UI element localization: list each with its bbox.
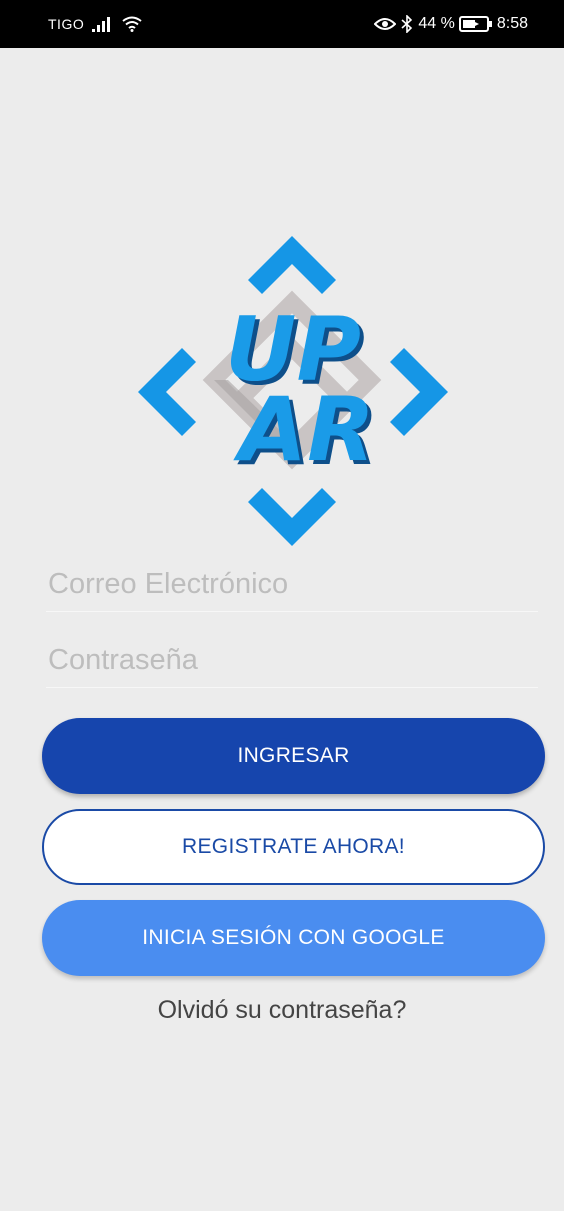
clock: 8:58 [496,15,528,32]
forgot-password-link[interactable]: Olvidó su contraseña? [0,996,564,1025]
status-bar: TIGO 44 % 8:58 [0,0,564,48]
google-signin-button-label: INICIA SESIÓN CON GOOGLE [142,926,445,949]
logo-text-ar: AR [233,378,375,481]
ingresar-button-label: INGRESAR [237,744,350,767]
google-signin-button[interactable]: INICIA SESIÓN CON GOOGLE [42,900,545,976]
battery-icon [458,16,493,32]
registrate-button[interactable]: REGISTRATE AHORA! [42,809,545,885]
email-field-wrapper [46,568,538,612]
battery-percent: 44 % [418,15,455,32]
password-field[interactable] [46,644,538,687]
carrier-name: TIGO [48,16,85,32]
registrate-button-label: REGISTRATE AHORA! [182,835,405,858]
bluetooth-icon [400,15,414,33]
app-logo: UP UP AR AR [130,230,454,554]
email-field[interactable] [46,568,538,611]
status-bar-left: TIGO [48,16,142,32]
wifi-icon [122,16,142,32]
eye-icon [374,16,397,32]
signal-icon [92,16,114,32]
ingresar-button[interactable]: INGRESAR [42,718,545,794]
status-bar-right: 44 % 8:58 [374,15,528,33]
password-field-wrapper [46,644,538,688]
